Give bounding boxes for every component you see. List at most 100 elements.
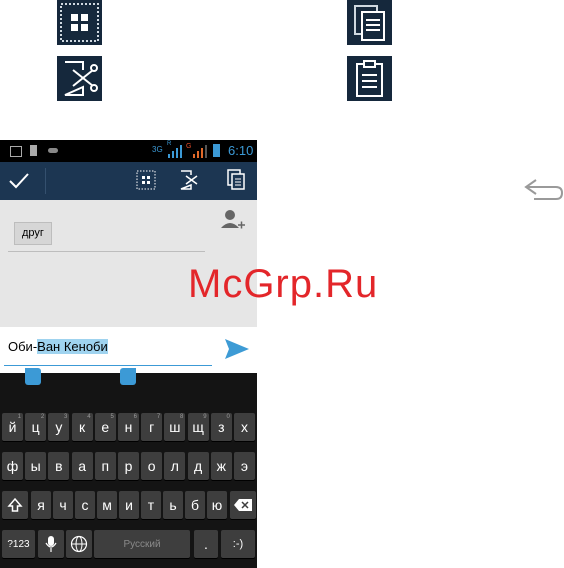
key-у[interactable]: у3 [48,413,70,441]
status-bar: 3G R G 6:10 [0,140,257,162]
key-label: у [55,419,63,435]
key-ь[interactable]: ь [163,491,183,519]
key-ш[interactable]: ш8 [164,413,186,441]
key-з[interactable]: з0 [210,413,232,441]
key-label: з [218,419,225,435]
shift-icon [7,497,23,512]
key-label: т [147,497,155,513]
network-g-label: G [186,143,192,150]
space-label: Русский [123,538,161,550]
key-т[interactable]: т [141,491,161,519]
key-label: в [55,458,63,474]
key-б[interactable]: б [185,491,205,519]
keyboard: й1ц2у3к4е5н6г7ш8щ9з0х фывапролджэ ячсмит… [0,373,257,568]
key-ю[interactable]: ю [207,491,227,519]
voice-input-key[interactable] [38,530,64,558]
clock-label: 6:10 [228,143,254,158]
action-bar [0,162,257,200]
done-check-icon[interactable] [8,171,30,196]
selection-handle-right[interactable] [120,368,136,385]
send-icon[interactable] [224,337,250,366]
gallery-icon [10,146,22,157]
key-и[interactable]: и [119,491,139,519]
mode-switch-label: ?123 [7,538,30,550]
key-label: л [170,458,179,474]
key-label: с [81,497,89,513]
key-label: х [241,419,248,435]
key-й[interactable]: й1 [2,413,23,441]
key-label: ж [216,458,226,474]
key-hint: 3 [64,414,68,420]
phone-screen: 3G R G 6:10 друг Оби-Ван Кеноби й 1 ц 2 … [0,140,257,568]
key-м[interactable]: м [97,491,117,519]
key-ч[interactable]: ч [53,491,73,519]
signal-icon-2 [193,144,207,163]
smiley-key[interactable]: :-) [221,530,255,558]
key-с[interactable]: с [75,491,95,519]
key-п[interactable]: п [94,452,116,480]
key-ф[interactable]: ф [2,452,23,480]
message-text-plain: Оби- [8,339,38,354]
key-label: к [79,419,86,435]
key-label: й [8,419,17,435]
shift-key[interactable] [2,491,28,519]
key-ж[interactable]: ж [210,452,232,480]
mode-switch-key[interactable]: ?123 [2,530,35,558]
language-key[interactable] [66,530,92,558]
key-label: г [149,419,155,435]
key-д[interactable]: д [187,452,209,480]
key-label: ю [211,497,223,513]
key-х[interactable]: х [234,413,255,441]
key-в[interactable]: в [48,452,70,480]
key-label: п [101,458,110,474]
cut-button-icon[interactable] [179,169,201,196]
key-label: е [101,419,110,435]
paste-icon [347,56,392,101]
key-л[interactable]: л [164,452,186,480]
key-hint: 9 [203,414,207,420]
back-icon[interactable] [520,176,564,202]
key-о[interactable]: о [141,452,163,480]
key-label: я [37,497,45,513]
key-к[interactable]: к4 [71,413,93,441]
period-label: . [204,536,208,552]
key-label: б [190,497,200,513]
key-а[interactable]: а [71,452,93,480]
copy-icon [347,0,392,45]
key-е[interactable]: е5 [94,413,116,441]
key-hint: 8 [180,414,184,420]
key-label: щ [192,419,204,435]
battery-icon [213,144,220,157]
sim-icon [30,145,37,156]
watermark: McGrp.Ru [188,262,379,306]
key-label: ф [6,458,19,474]
recipient-chip[interactable]: друг [14,222,52,245]
key-н[interactable]: н6 [118,413,139,441]
globe-icon [70,535,88,553]
cut-icon [57,56,102,101]
key-р[interactable]: р [118,452,139,480]
key-label: и [125,497,133,513]
space-key[interactable]: Русский [94,530,190,558]
key-г[interactable]: г7 [141,413,163,441]
key-ы[interactable]: ы [25,452,47,480]
key-label: ы [30,458,41,474]
key-hint: 4 [87,414,91,420]
period-key[interactable]: . [194,530,218,558]
select-all-icon [57,0,102,45]
key-label: н [124,419,133,435]
key-label: ш [169,419,181,435]
backspace-key[interactable] [230,491,256,519]
key-щ[interactable]: щ9 [187,413,209,441]
key-ц[interactable]: ц2 [25,413,47,441]
key-hint: 6 [133,414,137,420]
key-label: ц [31,419,40,435]
message-input[interactable]: Оби-Ван Кеноби [8,337,108,357]
key-э[interactable]: э [234,452,255,480]
key-label: м [102,497,112,513]
selection-handle-left[interactable] [25,368,41,385]
copy-button-icon[interactable] [226,169,246,196]
add-contact-icon[interactable] [220,208,246,237]
key-я[interactable]: я [31,491,51,519]
select-all-button-icon[interactable] [136,170,156,195]
